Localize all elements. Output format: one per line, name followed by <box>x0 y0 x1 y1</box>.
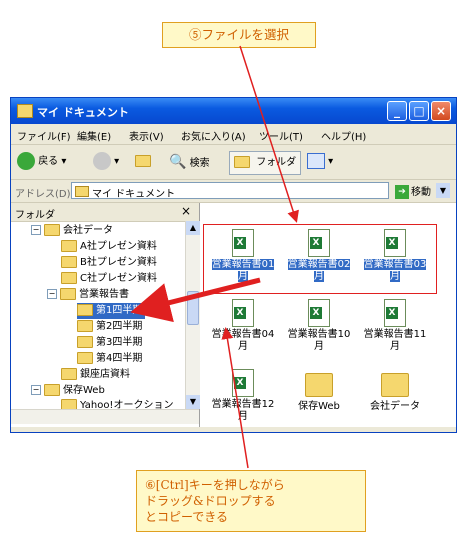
callout-line: ドラッグ&ドロップする <box>145 494 276 508</box>
annotation-arrows <box>130 45 299 469</box>
drag-arrow <box>130 277 261 323</box>
callout-line: とコピーできる <box>145 510 229 524</box>
arrow-from-note <box>221 327 249 469</box>
callout-line: ⑥[Ctrl]キーを押しながら <box>145 478 285 492</box>
callout-ctrl-drag-copy: ⑥[Ctrl]キーを押しながら ドラッグ&ドロップする とコピーできる <box>136 470 366 532</box>
arrow-to-selection <box>239 45 299 223</box>
